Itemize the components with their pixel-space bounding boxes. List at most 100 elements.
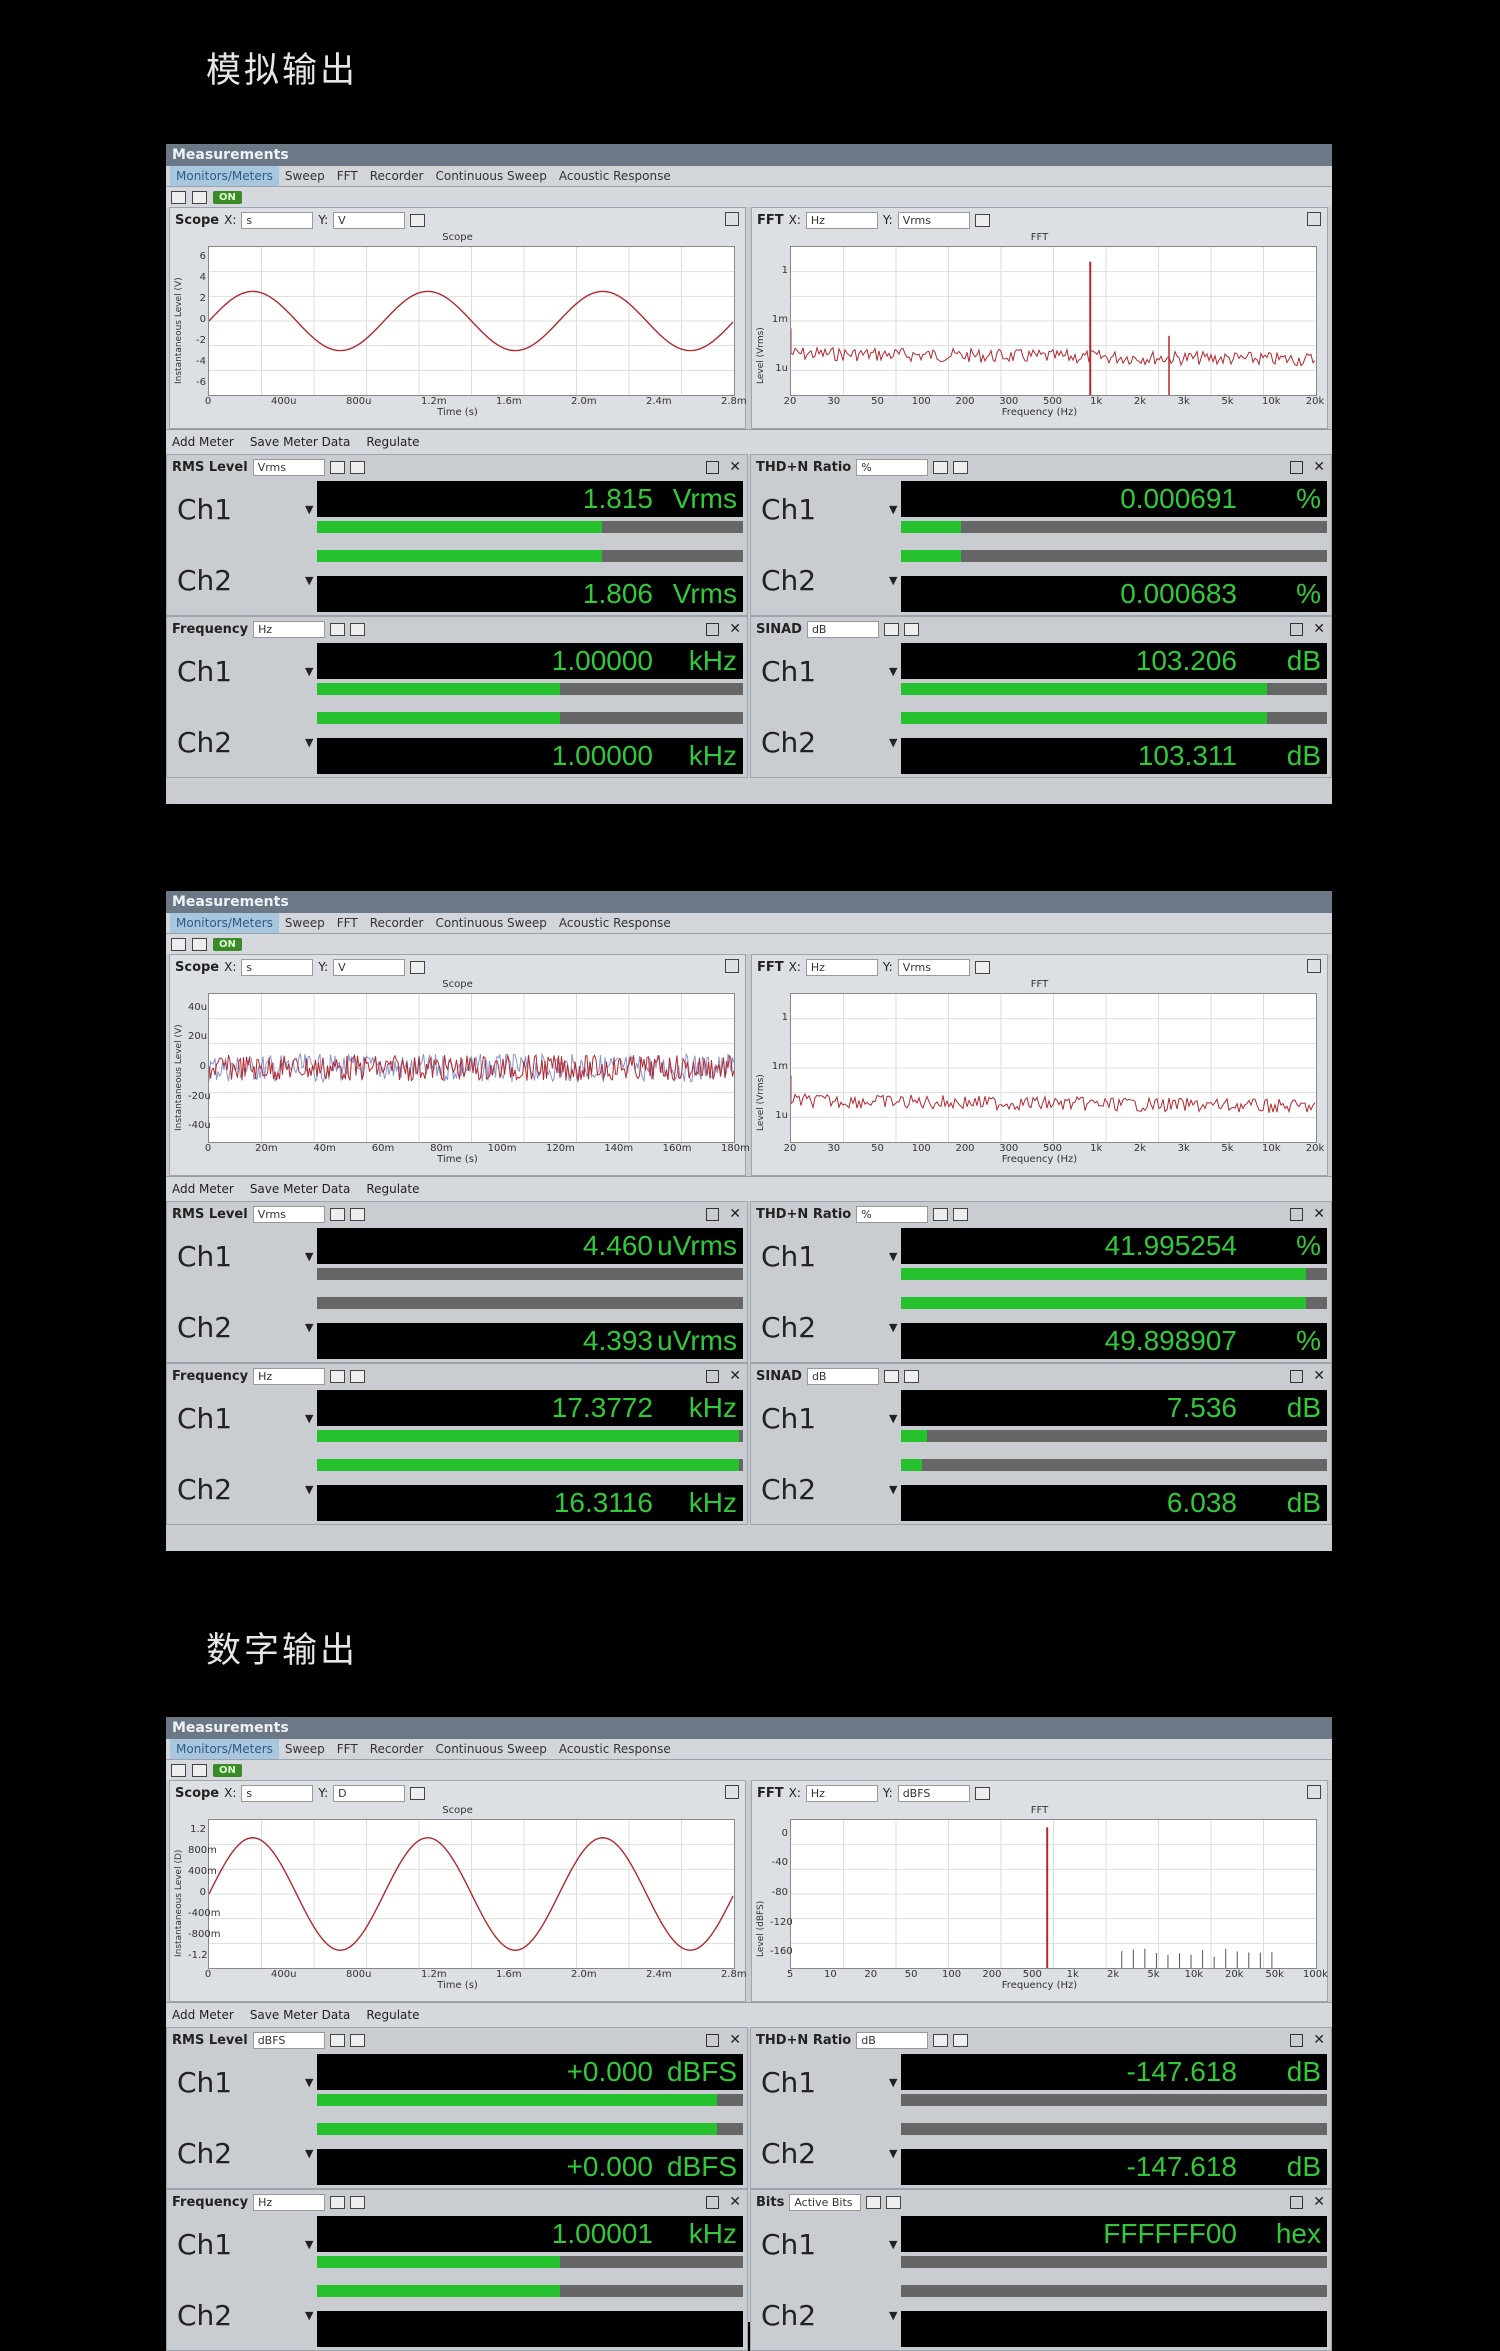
- meter-unit-select[interactable]: %: [856, 458, 929, 476]
- popout-icon[interactable]: [1290, 623, 1303, 636]
- graph-settings-icon[interactable]: [410, 213, 426, 227]
- meter-settings-icon[interactable]: [350, 622, 366, 636]
- chevron-down-icon[interactable]: ▼: [889, 1483, 897, 1496]
- tab-acoustic-response[interactable]: Acoustic Response: [553, 166, 677, 186]
- meter-settings-icon[interactable]: [953, 2033, 969, 2047]
- meter-settings-icon[interactable]: [953, 1207, 969, 1221]
- channel-label[interactable]: Ch2: [177, 564, 232, 597]
- meter-settings-icon[interactable]: [953, 460, 969, 474]
- add-meter-button[interactable]: Add Meter: [172, 2008, 234, 2022]
- meter-options-icon[interactable]: [330, 622, 346, 636]
- scope-plot-area[interactable]: [208, 1819, 735, 1969]
- chevron-down-icon[interactable]: ▼: [305, 1321, 313, 1334]
- chevron-down-icon[interactable]: ▼: [305, 2309, 313, 2322]
- meter-options-icon[interactable]: [330, 2195, 346, 2209]
- popout-icon[interactable]: [1307, 212, 1321, 226]
- channel-label[interactable]: Ch1: [761, 2066, 816, 2099]
- tab-fft[interactable]: FFT: [331, 1739, 364, 1759]
- meter-settings-icon[interactable]: [349, 2033, 365, 2047]
- chevron-down-icon[interactable]: ▼: [889, 574, 897, 587]
- channel-label[interactable]: Ch1: [177, 2228, 232, 2261]
- chevron-down-icon[interactable]: ▼: [889, 1412, 897, 1425]
- x-unit-select[interactable]: Hz: [805, 1784, 878, 1802]
- save-meter-data-button[interactable]: Save Meter Data: [250, 2008, 351, 2022]
- close-icon[interactable]: ✕: [729, 2032, 741, 2048]
- save-meter-data-button[interactable]: Save Meter Data: [250, 435, 351, 449]
- meter-unit-select[interactable]: Hz: [253, 1367, 326, 1385]
- popout-icon[interactable]: [1290, 2196, 1303, 2209]
- tab-acoustic-response[interactable]: Acoustic Response: [553, 1739, 677, 1759]
- meter-options-icon[interactable]: [883, 622, 899, 636]
- channel-label[interactable]: Ch2: [177, 1311, 232, 1344]
- close-icon[interactable]: ✕: [1313, 621, 1325, 637]
- meter-unit-select[interactable]: dB: [806, 620, 879, 638]
- chevron-down-icon[interactable]: ▼: [305, 2238, 313, 2251]
- tab-continuous-sweep[interactable]: Continuous Sweep: [429, 1739, 552, 1759]
- channel-label[interactable]: Ch1: [177, 1402, 232, 1435]
- meter-settings-icon[interactable]: [903, 622, 919, 636]
- channel-label[interactable]: Ch2: [177, 2299, 232, 2332]
- channel-label[interactable]: Ch1: [761, 493, 816, 526]
- channel-label[interactable]: Ch1: [761, 655, 816, 688]
- chevron-down-icon[interactable]: ▼: [889, 2147, 897, 2160]
- fft-plot-area[interactable]: [790, 1819, 1317, 1969]
- graph-settings-icon[interactable]: [410, 1786, 426, 1800]
- tab-fft[interactable]: FFT: [331, 166, 364, 186]
- meter-settings-icon[interactable]: [349, 460, 365, 474]
- channel-label[interactable]: Ch1: [761, 2228, 816, 2261]
- meter-unit-select[interactable]: Hz: [253, 620, 326, 638]
- meter-options-icon[interactable]: [933, 2033, 949, 2047]
- channel-label[interactable]: Ch2: [761, 564, 816, 597]
- channel-label[interactable]: Ch2: [177, 726, 232, 759]
- popout-icon[interactable]: [725, 1785, 739, 1799]
- channel-label[interactable]: Ch1: [177, 1240, 232, 1273]
- y-unit-select[interactable]: Vrms: [897, 958, 970, 976]
- y-unit-select[interactable]: dBFS: [897, 1784, 970, 1802]
- channel-label[interactable]: Ch2: [761, 1473, 816, 1506]
- popout-icon[interactable]: [706, 2034, 719, 2047]
- channel-label[interactable]: Ch1: [177, 493, 232, 526]
- meter-options-icon[interactable]: [330, 1369, 346, 1383]
- meter-options-icon[interactable]: [329, 460, 345, 474]
- chevron-down-icon[interactable]: ▼: [305, 1250, 313, 1263]
- chevron-down-icon[interactable]: ▼: [889, 503, 897, 516]
- tab-monitors-meters[interactable]: Monitors/Meters: [170, 166, 279, 186]
- meter-unit-select[interactable]: Vrms: [252, 1205, 325, 1223]
- y-unit-select[interactable]: V: [333, 211, 406, 229]
- chevron-down-icon[interactable]: ▼: [305, 503, 313, 516]
- channel-label[interactable]: Ch2: [177, 2137, 232, 2170]
- generator-on-button[interactable]: ON: [213, 190, 242, 204]
- meter-settings-icon[interactable]: [903, 1369, 919, 1383]
- add-meter-button[interactable]: Add Meter: [172, 435, 234, 449]
- meter-options-icon[interactable]: [329, 1207, 345, 1221]
- tab-continuous-sweep[interactable]: Continuous Sweep: [429, 913, 552, 933]
- chevron-down-icon[interactable]: ▼: [305, 736, 313, 749]
- chevron-down-icon[interactable]: ▼: [305, 1483, 313, 1496]
- tab-sweep[interactable]: Sweep: [279, 913, 331, 933]
- scope-plot-area[interactable]: [208, 993, 735, 1143]
- meter-unit-select[interactable]: dB: [856, 2031, 929, 2049]
- close-icon[interactable]: ✕: [729, 1206, 741, 1222]
- channels-icon[interactable]: [192, 190, 207, 204]
- y-unit-select[interactable]: D: [333, 1784, 406, 1802]
- channel-label[interactable]: Ch2: [177, 1473, 232, 1506]
- meter-unit-select[interactable]: Active Bits: [789, 2193, 862, 2211]
- chevron-down-icon[interactable]: ▼: [889, 2076, 897, 2089]
- channel-label[interactable]: Ch2: [761, 2137, 816, 2170]
- graph-settings-icon[interactable]: [974, 213, 990, 227]
- meter-settings-icon[interactable]: [350, 1369, 366, 1383]
- channel-label[interactable]: Ch2: [761, 2299, 816, 2332]
- chevron-down-icon[interactable]: ▼: [889, 736, 897, 749]
- close-icon[interactable]: ✕: [729, 459, 741, 475]
- popout-icon[interactable]: [1290, 1208, 1303, 1221]
- tab-monitors-meters[interactable]: Monitors/Meters: [170, 1739, 279, 1759]
- meter-unit-select[interactable]: Hz: [253, 2193, 326, 2211]
- chevron-down-icon[interactable]: ▼: [305, 665, 313, 678]
- channel-label[interactable]: Ch1: [761, 1240, 816, 1273]
- x-unit-select[interactable]: s: [241, 211, 314, 229]
- close-icon[interactable]: ✕: [729, 1368, 741, 1384]
- popout-icon[interactable]: [1290, 2034, 1303, 2047]
- chevron-down-icon[interactable]: ▼: [305, 1412, 313, 1425]
- fft-plot-area[interactable]: [790, 246, 1317, 396]
- channel-label[interactable]: Ch1: [177, 655, 232, 688]
